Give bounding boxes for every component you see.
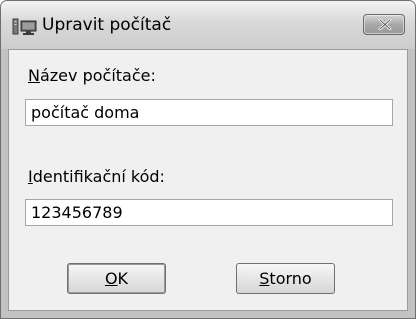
computer-name-label-text: ázev počítače: xyxy=(39,66,156,85)
ok-button-accelerator: O xyxy=(104,269,118,288)
close-icon xyxy=(378,19,392,30)
computer-name-label: Název počítače: xyxy=(28,66,156,85)
computer-name-input[interactable]: počítač doma xyxy=(25,99,393,126)
dialog-body: Název počítače: počítač doma Identifikač… xyxy=(8,49,408,311)
cancel-button[interactable]: Storno xyxy=(236,263,335,294)
title-bar[interactable]: Upravit počítač xyxy=(1,1,415,49)
close-button[interactable] xyxy=(363,14,405,35)
computer-icon xyxy=(12,18,38,36)
computer-name-label-accelerator: N xyxy=(28,66,40,85)
cancel-button-accelerator: S xyxy=(259,269,270,288)
window-title: Upravit počítač xyxy=(42,15,172,35)
identification-code-label-text: dentifikační kód: xyxy=(32,167,165,186)
identification-code-label: Identifikační kód: xyxy=(28,167,165,186)
dialog-window: Upravit počítač Název počítače: počítač … xyxy=(0,0,416,319)
identification-code-input[interactable]: 123456789 xyxy=(25,199,393,226)
cancel-button-label: torno xyxy=(269,269,312,288)
ok-button-label: K xyxy=(117,269,129,288)
ok-button[interactable]: OK xyxy=(67,263,166,294)
